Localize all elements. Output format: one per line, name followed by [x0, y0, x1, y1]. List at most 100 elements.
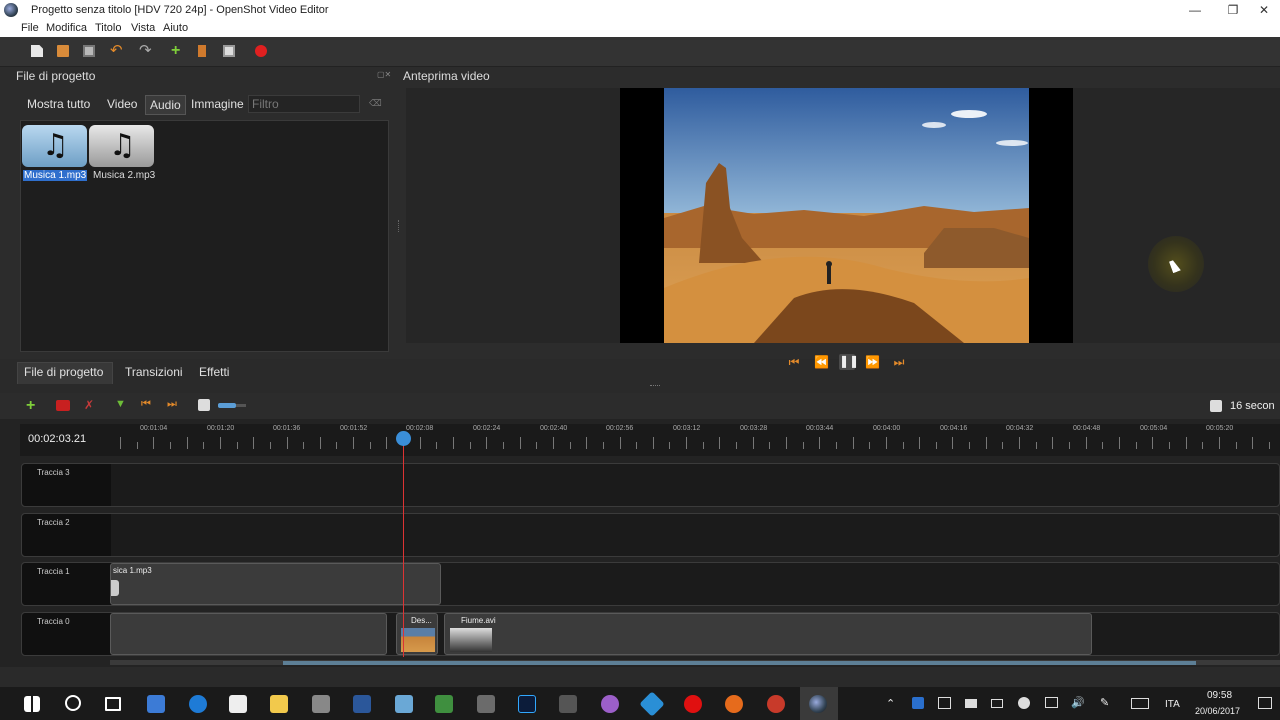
clock-time[interactable]: 09:58	[1207, 690, 1232, 701]
network-icon[interactable]	[1045, 697, 1058, 708]
video-frame	[664, 88, 1029, 343]
task-view-icon[interactable]	[105, 697, 121, 711]
undo-icon[interactable]: ↶	[110, 43, 123, 58]
audio-clip[interactable]: sica 1.mp3	[110, 563, 441, 605]
ruler-tick-label: 00:02:56	[606, 425, 634, 432]
dropbox-icon[interactable]	[1018, 697, 1030, 709]
filter-show-all[interactable]: Mostra tutto	[27, 97, 90, 111]
fullscreen-icon[interactable]	[223, 45, 235, 57]
zoom-slider-fill[interactable]	[218, 403, 236, 408]
new-project-icon[interactable]	[31, 45, 43, 57]
track-row[interactable]: Traccia 3	[21, 463, 1280, 507]
import-files-icon[interactable]: +	[171, 43, 183, 59]
track-header[interactable]: Traccia 0	[22, 613, 111, 655]
edge-browser-icon[interactable]	[189, 695, 207, 713]
track-header[interactable]: Traccia 1	[22, 563, 111, 605]
video-clip[interactable]: Fiume.avi	[444, 613, 1092, 655]
keyboard-icon[interactable]	[1131, 698, 1149, 709]
photoshop-icon[interactable]	[518, 695, 536, 713]
tray-app-icon[interactable]	[938, 697, 951, 709]
taskbar-app-icon[interactable]	[395, 695, 413, 713]
export-video-icon[interactable]	[255, 45, 267, 57]
ruler-tick	[669, 442, 670, 449]
ruler-tick	[553, 437, 554, 449]
filter-input[interactable]: Filtro	[248, 95, 360, 113]
show-hidden-icons[interactable]: ⌃	[886, 697, 895, 710]
volume-icon[interactable]: 🔊	[1071, 696, 1085, 709]
rewind-button[interactable]: ⏪	[814, 355, 829, 369]
add-track-icon[interactable]: +	[26, 397, 35, 415]
track-row[interactable]: Traccia 2	[21, 513, 1280, 557]
taskbar-app-icon[interactable]	[312, 695, 330, 713]
tray-app-icon[interactable]	[991, 699, 1003, 708]
store-icon[interactable]	[229, 695, 247, 713]
ruler-tick	[736, 442, 737, 449]
choose-profile-icon[interactable]	[198, 45, 206, 57]
next-marker-icon[interactable]: ⏭	[167, 398, 177, 411]
ruler-tick	[1186, 437, 1187, 449]
playhead-handle[interactable]	[396, 431, 411, 446]
fast-forward-button[interactable]: ⏩	[865, 355, 880, 369]
tray-app-icon[interactable]	[912, 697, 924, 709]
zoom-out-icon[interactable]	[198, 399, 210, 411]
file-label[interactable]: Musica 1.mp3	[23, 170, 88, 181]
track-header[interactable]: Traccia 2	[22, 514, 111, 556]
menu-titolo[interactable]: Titolo	[95, 22, 122, 34]
word-icon[interactable]	[353, 695, 371, 713]
taskbar-app-icon[interactable]	[767, 695, 785, 713]
close-button[interactable]: ✕	[1248, 0, 1280, 21]
notifications-icon[interactable]	[1258, 697, 1272, 709]
current-time-display: 00:02:03.21	[28, 433, 87, 445]
ruler-tick	[1036, 442, 1037, 449]
save-project-icon[interactable]	[83, 45, 95, 57]
opera-icon[interactable]	[684, 695, 702, 713]
timeline-scrollbar-thumb[interactable]	[283, 661, 1196, 665]
tray-app-icon[interactable]	[965, 699, 977, 708]
language-indicator[interactable]: ITA	[1165, 699, 1180, 710]
snapping-icon[interactable]	[56, 400, 70, 411]
track-header[interactable]: Traccia 3	[22, 464, 111, 506]
taskbar-app-icon[interactable]	[601, 695, 619, 713]
panel-splitter[interactable]	[398, 220, 401, 232]
file-label[interactable]: Musica 2.mp3	[92, 170, 156, 181]
taskbar-app-icon[interactable]	[559, 695, 577, 713]
taskbar-app-icon[interactable]	[477, 695, 495, 713]
filter-audio[interactable]: Audio	[145, 95, 186, 115]
clear-filter-icon[interactable]: ⌫	[369, 98, 382, 108]
panel-float-icon[interactable]: ▢✕	[377, 70, 391, 79]
filter-video[interactable]: Video	[107, 97, 137, 111]
windows-start-icon[interactable]	[24, 696, 40, 712]
redo-icon[interactable]: ↷	[139, 43, 152, 58]
pen-icon[interactable]: ✎	[1100, 696, 1109, 709]
firefox-icon[interactable]	[725, 695, 743, 713]
clock-date[interactable]: 20/06/2017	[1195, 706, 1240, 716]
razor-icon[interactable]: ✗	[84, 398, 94, 412]
playhead-line[interactable]	[403, 432, 404, 657]
menu-file[interactable]: File	[21, 22, 39, 34]
ruler-tick	[1169, 442, 1170, 449]
add-marker-icon[interactable]: ▼	[115, 398, 126, 410]
panel-splitter[interactable]	[650, 385, 660, 386]
taskbar-app-icon[interactable]	[147, 695, 165, 713]
track-row[interactable]: Traccia 0 Des... Fiume.avi	[21, 612, 1280, 656]
filter-image[interactable]: Immagine	[191, 97, 244, 111]
menu-aiuto[interactable]: Aiuto	[163, 22, 188, 34]
menu-modifica[interactable]: Modifica	[46, 22, 87, 34]
zoom-in-icon[interactable]	[1210, 400, 1222, 412]
ruler-tick	[470, 442, 471, 449]
cortana-search-icon[interactable]	[65, 695, 81, 711]
jump-start-button[interactable]: ⏮	[787, 355, 801, 369]
file-explorer-icon[interactable]	[270, 695, 288, 713]
file-thumbnail[interactable]: ♫	[89, 125, 154, 167]
tab-transitions[interactable]: Transizioni	[125, 365, 183, 379]
previous-marker-icon[interactable]: ⏮	[141, 398, 151, 411]
menu-vista[interactable]: Vista	[131, 22, 155, 34]
file-thumbnail[interactable]: ♫	[22, 125, 87, 167]
track-row[interactable]: Traccia 1 sica 1.mp3	[21, 562, 1280, 606]
tab-project-files[interactable]: File di progetto	[24, 365, 103, 379]
open-project-icon[interactable]	[57, 45, 69, 57]
taskbar-app-icon[interactable]	[435, 695, 453, 713]
pause-button[interactable]: ❚❚	[839, 354, 859, 370]
tab-effects[interactable]: Effetti	[199, 365, 229, 379]
jump-end-button[interactable]: ⏭	[892, 355, 906, 369]
